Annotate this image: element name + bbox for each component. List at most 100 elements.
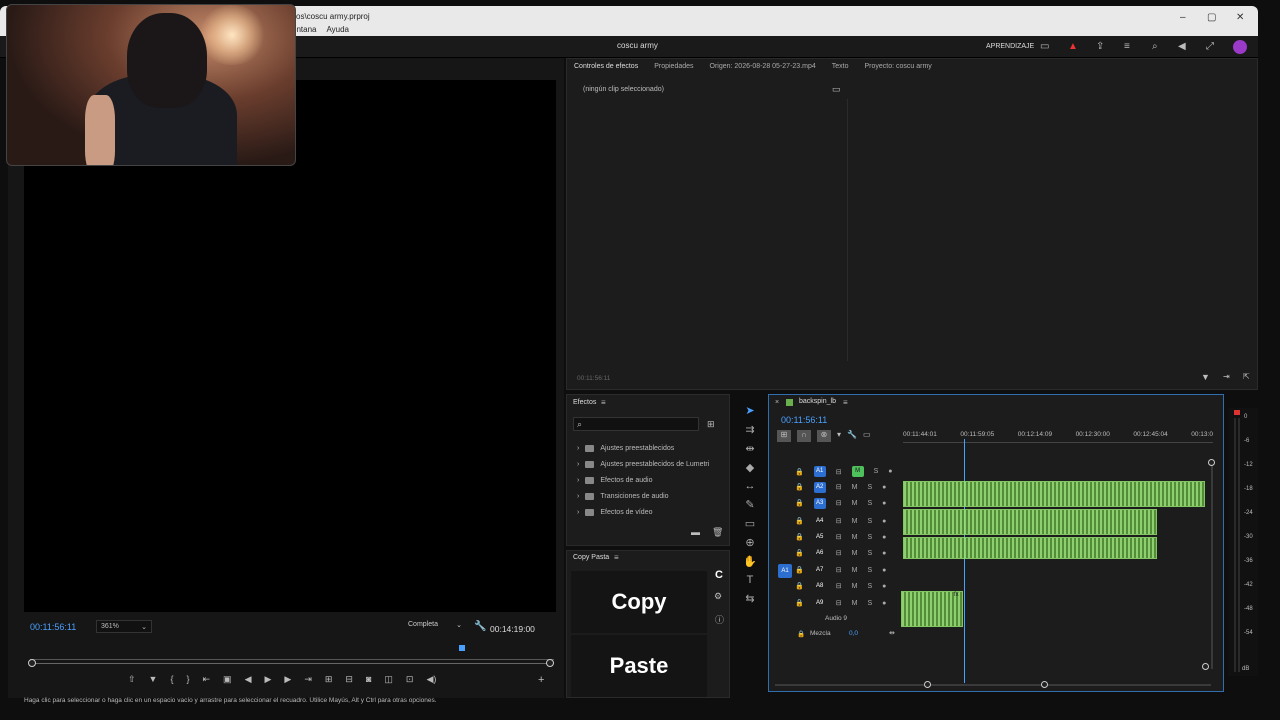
rectangle-icon[interactable]: ▭ (745, 517, 755, 530)
fullscreen-icon[interactable]: ⤢ (1206, 41, 1214, 52)
vscroll-handle-top[interactable] (1208, 459, 1215, 466)
zoom-select[interactable]: 361% ⌄ (96, 620, 152, 633)
step-forward-icon[interactable]: ▶ (284, 674, 291, 685)
play-icon[interactable]: ▶ (264, 674, 271, 685)
type-icon[interactable]: T (747, 574, 754, 586)
playhead[interactable] (964, 439, 965, 683)
lift-icon[interactable]: ⇧ (128, 674, 136, 685)
minimize-button[interactable]: – (1180, 12, 1186, 23)
tab-source[interactable]: Origen: 2026-08-28 05-27-23.mp4 (710, 63, 816, 70)
lock-icon[interactable]: 🔒 (795, 533, 804, 541)
remix-icon[interactable]: ⇆ (745, 592, 754, 605)
new-folder-icon[interactable]: ▬ (691, 527, 700, 537)
add-button-icon[interactable]: + (538, 674, 544, 686)
menu-help[interactable]: Ayuda (326, 25, 349, 34)
learn-button[interactable]: APRENDIZAJE (986, 43, 1034, 50)
close-button[interactable]: ✕ (1236, 12, 1244, 23)
tab-properties[interactable]: Propiedades (654, 63, 693, 70)
compare-icon[interactable]: ◫ (384, 674, 393, 685)
lock-icon[interactable]: 🔒 (795, 517, 804, 525)
sync-icon[interactable]: ⊟ (836, 517, 842, 525)
sync-icon[interactable]: ⊟ (836, 582, 842, 590)
track-header-a1[interactable]: 🔒 A1 ⊟ M S ● (795, 463, 895, 480)
tab-effect-controls[interactable]: Controles de efectos (574, 63, 638, 70)
avatar[interactable] (1233, 40, 1247, 54)
selection-tool-icon[interactable]: ➤ (745, 404, 754, 417)
sequence-tab[interactable]: backspin_lb (799, 398, 836, 405)
sync-icon[interactable]: ⊟ (836, 549, 842, 557)
add-marker-icon[interactable]: ▾ (837, 430, 841, 442)
marker-icon[interactable]: ▼ (149, 674, 158, 685)
new-bin-icon[interactable]: ⊞ (707, 419, 715, 430)
filter-icon[interactable]: ▼ (1201, 372, 1210, 382)
razor-icon[interactable]: ◆ (746, 461, 754, 474)
track-header-a2[interactable]: 🔒 A2 ⊟ M S ● (795, 480, 895, 494)
audio-clip-a5-a6[interactable] (903, 537, 1157, 559)
workspace-icon[interactable]: ▭ (1040, 41, 1049, 52)
lock-icon[interactable]: 🔒 (795, 566, 804, 574)
lock-icon[interactable]: 🔒 (795, 483, 804, 491)
track-select-icon[interactable]: ⇉ (745, 423, 754, 436)
snap-icon[interactable]: ∩ (797, 430, 811, 442)
vscroll-handle-bottom[interactable] (1202, 663, 1209, 670)
search-icon[interactable]: ⌕ (1152, 41, 1158, 52)
lock-icon[interactable]: 🔒 (795, 468, 804, 476)
mix-value[interactable]: 0,0 (849, 630, 858, 637)
sync-icon[interactable]: ⊟ (836, 483, 842, 491)
camera-icon[interactable]: ◙ (366, 674, 371, 685)
share-icon[interactable]: ⇪ (1096, 41, 1104, 52)
mark-in-icon[interactable]: { (170, 674, 173, 685)
mic-icon[interactable]: ● (888, 468, 892, 475)
paste-button[interactable]: Paste (571, 635, 707, 697)
lock-icon[interactable]: 🔒 (795, 599, 804, 607)
lock-icon[interactable]: 🔒 (797, 630, 805, 638)
info-icon[interactable]: ⓘ (715, 613, 724, 626)
panel-menu-icon[interactable]: ≡ (614, 553, 619, 562)
go-to-out-icon[interactable]: ⇥ (304, 674, 312, 685)
tree-item-audio-transitions[interactable]: › Transiciones de audio (577, 488, 722, 504)
export-icon[interactable]: ⇱ (1243, 372, 1250, 381)
effects-search-input[interactable]: ⌕ (573, 417, 699, 431)
track-header-a3[interactable]: 🔒 A3 ⊟ M S ● (795, 494, 895, 512)
tree-item-presets[interactable]: › Ajustes preestablecidos (577, 440, 722, 456)
slip-icon[interactable]: ↔ (745, 480, 756, 492)
maximize-button[interactable]: ▢ (1207, 12, 1216, 23)
linked-icon[interactable]: ⊗ (817, 430, 831, 442)
tab-text[interactable]: Texto (832, 63, 849, 70)
speaker-icon[interactable]: ◀) (426, 674, 436, 685)
mic-icon[interactable]: ● (882, 518, 886, 525)
source-patch-a1[interactable]: A1 (778, 564, 792, 578)
mic-icon[interactable]: ● (882, 567, 886, 574)
multicam-icon[interactable]: ⊡ (406, 674, 414, 685)
copy-button[interactable]: Copy (571, 571, 707, 633)
panel-menu-icon[interactable]: ≡ (601, 398, 606, 407)
scroll-handle-right[interactable] (546, 659, 554, 667)
audio-clip-a4[interactable] (903, 509, 1157, 535)
track-header-a8[interactable]: 🔒 A8 ⊟ M S ● (795, 578, 895, 594)
track-header-a6[interactable]: 🔒 A6 ⊟ M S ● (795, 544, 895, 562)
track-header-a7[interactable]: 🔒 A7 ⊟ M S ● (795, 562, 895, 578)
horizontal-scrollbar[interactable] (775, 684, 1211, 686)
timeline-timecode[interactable]: 00:11:56:11 (781, 415, 827, 425)
mic-icon[interactable]: ● (882, 550, 886, 557)
audio-clip-a9[interactable]: fx (901, 591, 963, 627)
pen-icon[interactable]: ✎ (745, 498, 754, 511)
overwrite-icon[interactable]: ⊟ (345, 674, 353, 685)
lock-icon[interactable]: 🔒 (795, 499, 804, 507)
track-header-a4[interactable]: 🔒 A4 ⊟ M S ● (795, 512, 895, 530)
tree-item-audio-effects[interactable]: › Efectos de audio (577, 472, 722, 488)
panel-toggle-icon[interactable]: ▭ (832, 84, 841, 95)
volume-icon[interactable]: ◀ (1178, 41, 1186, 52)
track-header-a5[interactable]: 🔒 A5 ⊟ M S ● (795, 530, 895, 544)
sync-icon[interactable]: ⊟ (836, 533, 842, 541)
nest-icon[interactable]: ⊞ (777, 430, 791, 442)
menu-icon[interactable]: ≡ (1124, 41, 1130, 52)
tree-item-video-effects[interactable]: › Efectos de vídeo (577, 504, 722, 520)
mic-icon[interactable]: ● (882, 534, 886, 541)
mic-icon[interactable]: ● (882, 583, 886, 590)
vertical-scrollbar[interactable] (1211, 463, 1213, 669)
track-header-a9[interactable]: 🔒 A9 ⊟ M S ● (795, 594, 895, 612)
scroll-handle-left[interactable] (28, 659, 36, 667)
fit-icon[interactable]: ⇹ (889, 629, 895, 637)
close-icon[interactable]: × (775, 399, 779, 406)
